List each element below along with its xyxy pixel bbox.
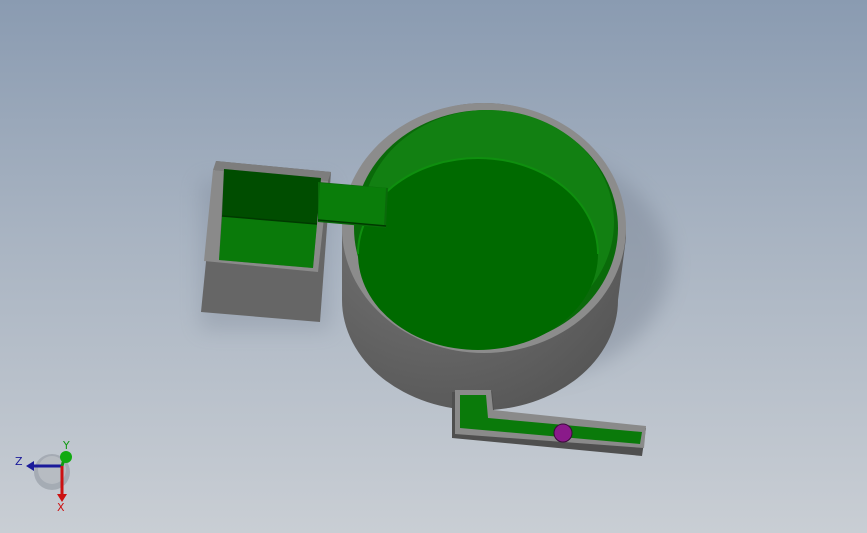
x-axis-label: X <box>57 501 65 514</box>
cad-viewport[interactable]: Z Y X <box>0 0 867 533</box>
z-axis-label: Z <box>15 455 23 468</box>
z-axis-arrow-icon <box>26 461 34 471</box>
orientation-triad: Z Y X <box>15 439 72 514</box>
y-axis-label: Y <box>62 439 70 452</box>
y-axis-tip-icon <box>60 451 72 463</box>
